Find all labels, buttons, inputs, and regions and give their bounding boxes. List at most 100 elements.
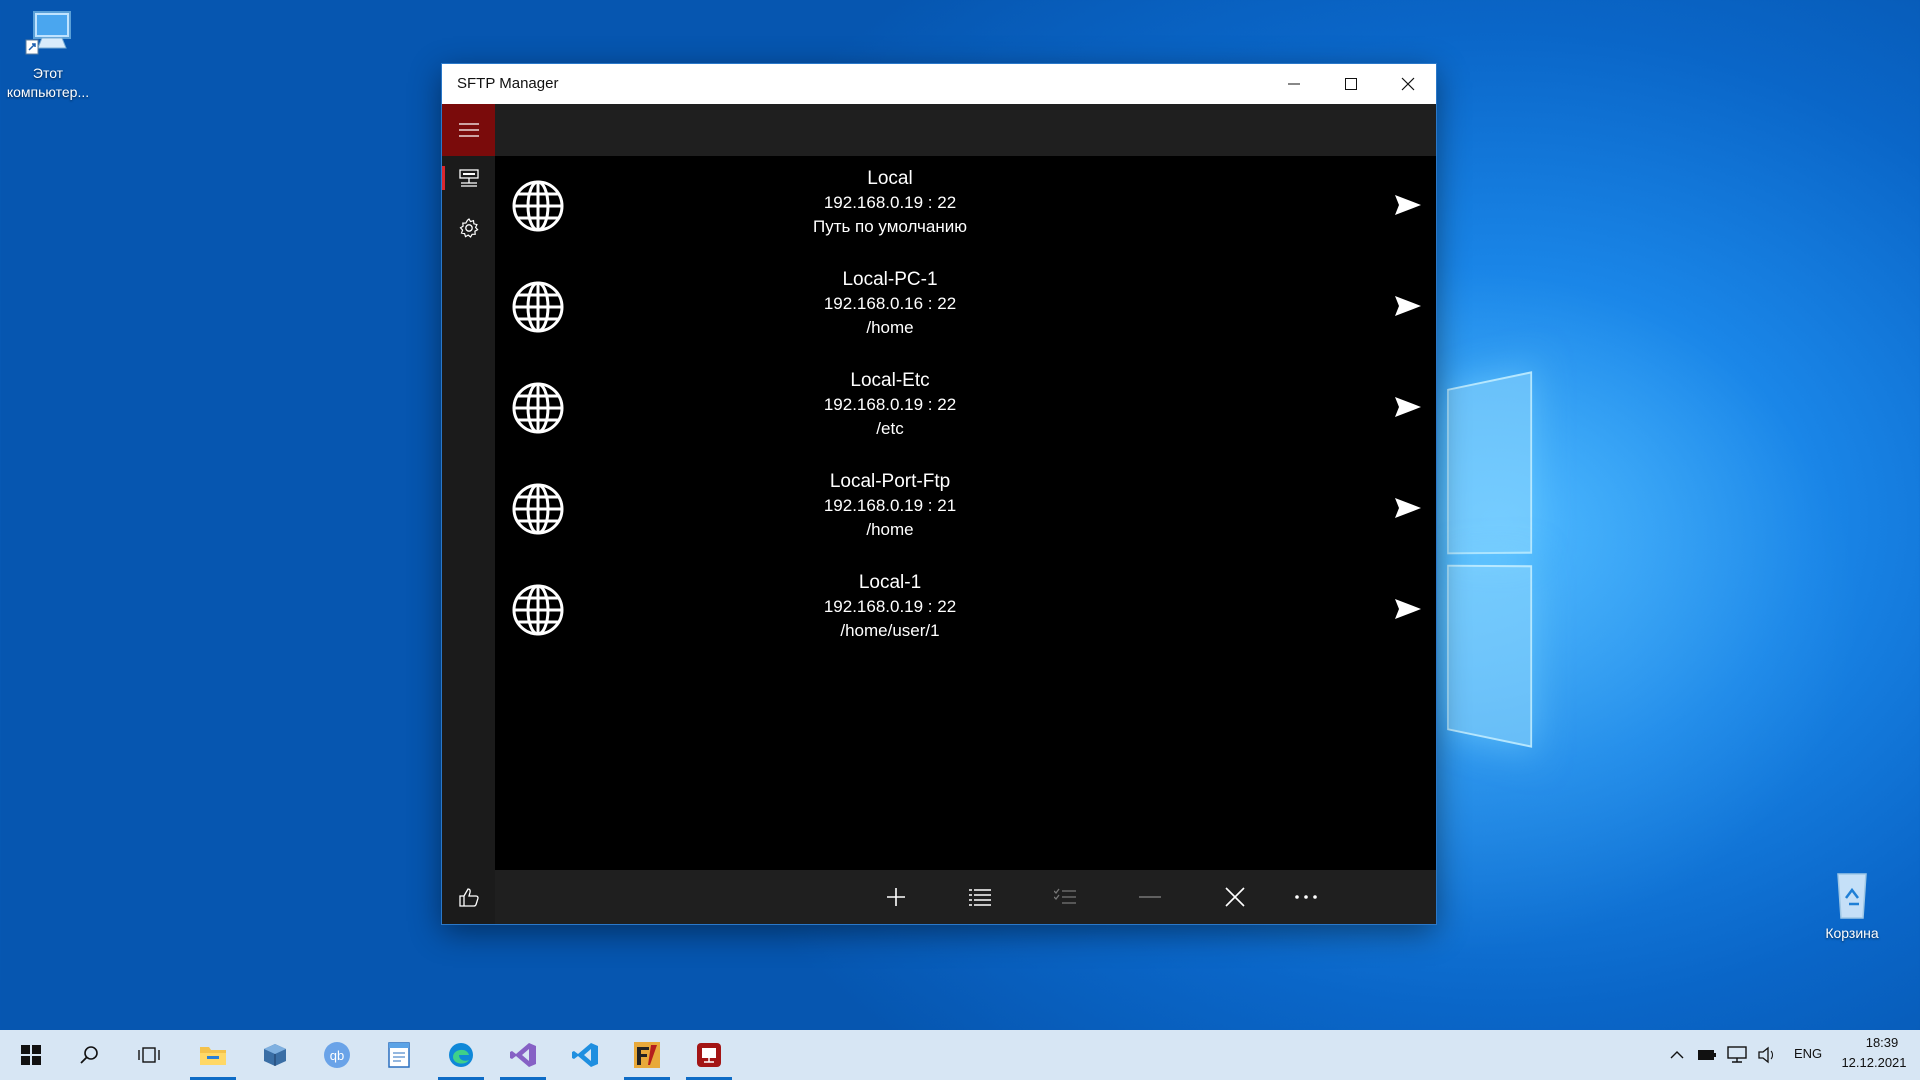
virtualbox-icon: [264, 1044, 286, 1066]
more-icon: [1295, 895, 1317, 899]
connection-name: Local-Port-Ftp: [829, 471, 951, 492]
globe-icon: [512, 180, 564, 232]
connect-button[interactable]: [1394, 598, 1422, 620]
close-button[interactable]: [1380, 64, 1436, 104]
taskbar-edge[interactable]: [436, 1030, 486, 1080]
list-icon: [969, 889, 991, 906]
volume-tray-button[interactable]: [1752, 1030, 1782, 1080]
connection-name: Local-1: [858, 572, 922, 593]
globe-icon: [512, 281, 564, 333]
connection-details: Local-Etc 192.168.0.19 : 22/etc: [575, 368, 1205, 441]
maximize-button[interactable]: [1323, 64, 1379, 104]
edge-icon: [449, 1043, 473, 1067]
vscode-icon: [572, 1043, 598, 1067]
start-button[interactable]: [6, 1030, 56, 1080]
taskbar-virtualbox[interactable]: [250, 1030, 300, 1080]
connection-details: Local 192.168.0.19 : 22 Путь по умолчанию: [575, 166, 1205, 239]
svg-text:qb: qb: [330, 1048, 344, 1063]
connection-item[interactable]: Local-Port-Ftp 192.168.0.19 : 21/home: [495, 459, 1436, 559]
add-button[interactable]: [866, 870, 926, 924]
computer-icon: [20, 8, 76, 60]
taskbar-sftp-manager[interactable]: [684, 1030, 734, 1080]
clock-date[interactable]: 12.12.2021: [1834, 1055, 1914, 1070]
connection-path: Путь по умолчанию: [812, 217, 968, 236]
globe-icon: [512, 584, 564, 636]
connections-list: Local 192.168.0.19 : 22 Путь по умолчанию L…: [495, 156, 1436, 870]
command-bar: [495, 870, 1436, 924]
title-bar[interactable]: SFTP Manager: [442, 64, 1436, 104]
sftp-manager-icon: [697, 1043, 721, 1067]
recycle-bin-icon: [1824, 868, 1880, 920]
connection-name: Local-Etc: [850, 370, 930, 391]
connect-button[interactable]: [1394, 295, 1422, 317]
search-button[interactable]: [64, 1030, 114, 1080]
connection-item[interactable]: Local-Etc 192.168.0.19 : 22/etc: [495, 358, 1436, 458]
servers-icon: [458, 169, 479, 187]
start-icon: [21, 1045, 41, 1065]
connection-item[interactable]: Local-1 192.168.0.19 : 22/home/user/1: [495, 560, 1436, 660]
maximize-icon: [1345, 78, 1357, 90]
taskbar-visual-studio[interactable]: [498, 1030, 548, 1080]
network-icon: [1727, 1046, 1747, 1063]
connection-address: 192.168.0.19 : 21: [823, 496, 957, 515]
connection-path: /home: [866, 318, 914, 337]
battery-tray-button[interactable]: [1692, 1030, 1722, 1080]
language-indicator[interactable]: ENG: [1794, 1046, 1822, 1061]
connect-button[interactable]: [1394, 194, 1422, 216]
gear-icon: [459, 218, 479, 238]
close-icon: [1401, 77, 1415, 91]
send-icon: [1394, 498, 1422, 523]
connection-name: Local: [867, 168, 913, 189]
desktop-icon-label: Этот компьютер...: [6, 65, 90, 100]
hamburger-icon: [458, 123, 479, 137]
connection-address: 192.168.0.16 : 22: [823, 294, 957, 313]
connection-details: Local-PC-1 192.168.0.16 : 22/home: [575, 267, 1205, 340]
connect-button[interactable]: [1394, 497, 1422, 519]
remove-icon: [1139, 896, 1161, 898]
minimize-button[interactable]: [1266, 64, 1322, 104]
multi-select-button[interactable]: [1035, 870, 1095, 924]
taskbar-file-explorer[interactable]: [188, 1030, 238, 1080]
nav-item-connections[interactable]: [442, 156, 495, 200]
visual-studio-icon: [510, 1043, 536, 1067]
hamburger-button[interactable]: [442, 104, 495, 156]
taskbar-vscode[interactable]: [560, 1030, 610, 1080]
desktop-icon-this-pc[interactable]: Этот компьютер...: [0, 8, 96, 102]
taskbar-qbittorrent[interactable]: qb: [312, 1030, 362, 1080]
header-bar: [495, 104, 1436, 156]
globe-icon: [512, 382, 564, 434]
more-button[interactable]: [1276, 870, 1336, 924]
connection-item[interactable]: Local 192.168.0.19 : 22 Путь по умолчанию: [495, 156, 1436, 256]
cancel-button[interactable]: [1205, 870, 1265, 924]
send-icon: [1394, 195, 1422, 220]
taskbar-filezilla[interactable]: [622, 1030, 672, 1080]
desktop-icon-recycle-bin[interactable]: Корзина: [1804, 868, 1900, 943]
task-view-icon: [138, 1047, 160, 1063]
send-icon: [1394, 397, 1422, 422]
network-tray-button[interactable]: [1722, 1030, 1752, 1080]
window-title: SFTP Manager: [457, 75, 559, 92]
feedback-button[interactable]: [442, 870, 495, 924]
task-view-button[interactable]: [124, 1030, 174, 1080]
thumbs-up-icon: [458, 888, 479, 907]
desktop-icon-label: Корзина: [1825, 925, 1879, 941]
connection-path: /home: [866, 520, 914, 539]
connection-path: /home/user/1: [840, 621, 940, 640]
nav-item-settings[interactable]: [442, 206, 495, 250]
connection-address: 192.168.0.19 : 22: [823, 395, 957, 414]
connect-button[interactable]: [1394, 396, 1422, 418]
connection-details: Local-Port-Ftp 192.168.0.19 : 21/home: [575, 469, 1205, 542]
sidebar: [442, 104, 495, 924]
remove-button[interactable]: [1120, 870, 1180, 924]
connection-item[interactable]: Local-PC-1 192.168.0.16 : 22/home: [495, 257, 1436, 357]
taskbar: qb ENG 18:39 12.12.2021: [0, 1030, 1920, 1080]
qbittorrent-icon: qb: [324, 1042, 350, 1068]
windows-wallpaper-logo: [1447, 370, 1537, 750]
speaker-icon: [1758, 1046, 1773, 1064]
show-hidden-icons-button[interactable]: [1662, 1030, 1692, 1080]
connection-name: Local-PC-1: [842, 269, 938, 290]
clock-time[interactable]: 18:39: [1852, 1035, 1912, 1050]
connection-details: Local-1 192.168.0.19 : 22/home/user/1: [575, 570, 1205, 643]
select-list-button[interactable]: [950, 870, 1010, 924]
taskbar-notepad[interactable]: [374, 1030, 424, 1080]
